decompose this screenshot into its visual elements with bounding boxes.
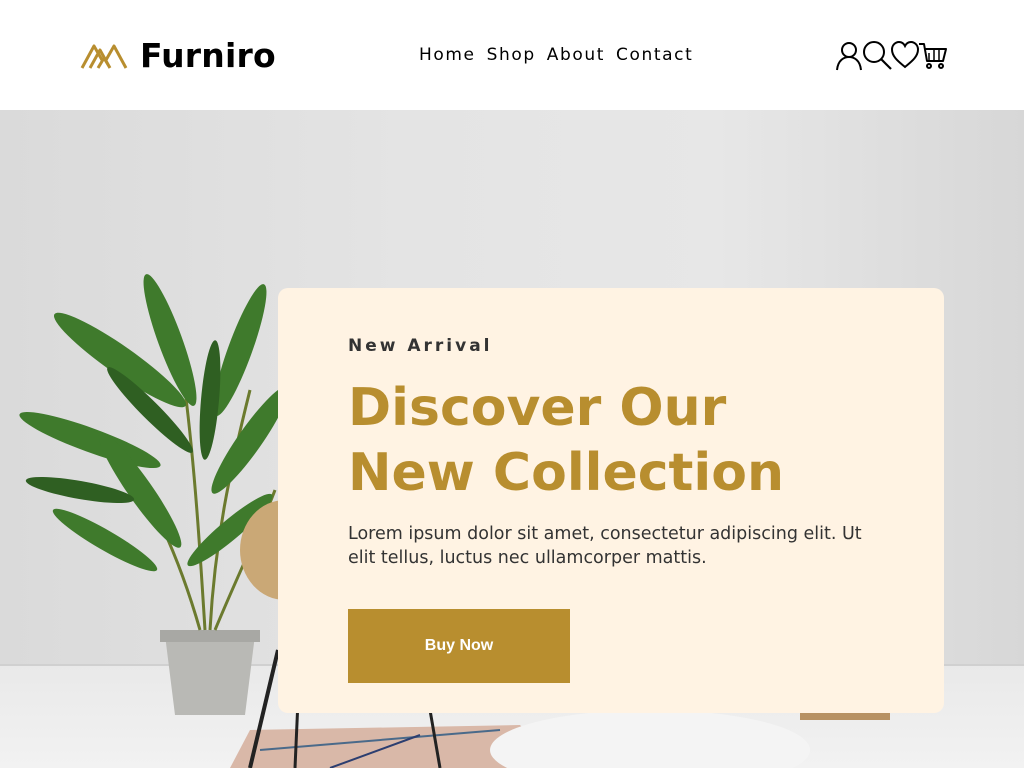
main-nav: Home Shop About Contact <box>419 44 693 66</box>
wishlist-button[interactable] <box>890 38 920 72</box>
hero-eyebrow: New Arrival <box>348 336 493 356</box>
account-icon <box>836 42 862 71</box>
site-header: Furniro Home Shop About Contact <box>0 0 1024 110</box>
buy-now-button[interactable]: Buy Now <box>348 609 570 683</box>
hero-headline-line-2: New Collection <box>348 443 784 503</box>
brand[interactable]: Furniro <box>80 33 276 77</box>
search-icon <box>863 41 892 70</box>
cart-button[interactable] <box>919 38 947 72</box>
header-icons <box>835 38 947 72</box>
hero-card: New Arrival Discover Our New Collection … <box>278 288 944 713</box>
nav-contact[interactable]: Contact <box>616 44 693 66</box>
hero-headline: Discover Our New Collection <box>348 376 908 506</box>
cart-icon <box>919 43 947 69</box>
search-button[interactable] <box>863 38 892 72</box>
furniro-logo-icon <box>80 44 128 69</box>
hero-description: Lorem ipsum dolor sit amet, consectetur … <box>348 524 862 568</box>
nav-about[interactable]: About <box>547 44 605 66</box>
hero-banner: New Arrival Discover Our New Collection … <box>0 110 1024 768</box>
nav-shop[interactable]: Shop <box>487 44 536 66</box>
heart-icon <box>890 40 920 69</box>
hero-headline-line-1: Discover Our <box>348 378 727 438</box>
account-button[interactable] <box>835 38 863 72</box>
nav-home[interactable]: Home <box>419 44 476 66</box>
brand-name: Furniro <box>140 35 276 75</box>
